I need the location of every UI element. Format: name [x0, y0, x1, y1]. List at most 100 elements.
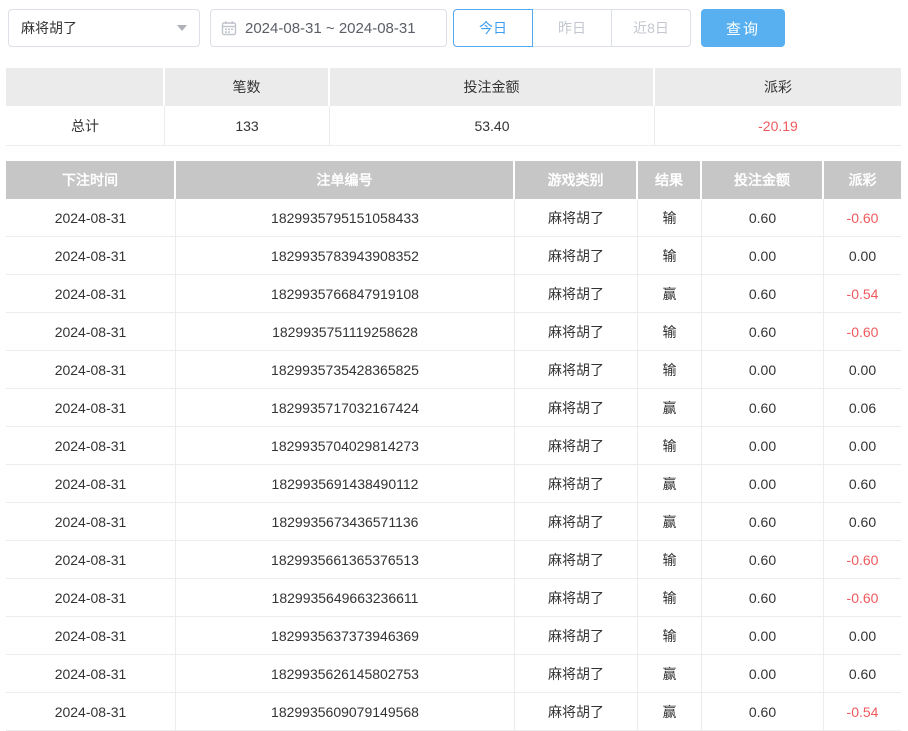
- header-game-type: 游戏类别: [515, 161, 638, 199]
- cell-bet-amount: 0.60: [702, 693, 824, 730]
- quick-button-yesterday[interactable]: 昨日: [532, 9, 612, 47]
- cell-bet-time: 2024-08-31: [6, 579, 176, 616]
- header-result: 结果: [638, 161, 702, 199]
- cell-bet-amount: 0.00: [702, 465, 824, 502]
- summary-header-row: 笔数 投注金额 派彩: [6, 68, 901, 106]
- cell-payout: 0.60: [824, 655, 901, 692]
- table-row: 2024-08-31 1829935691438490112 麻将胡了 赢 0.…: [6, 465, 901, 503]
- summary-total-row: 总计 133 53.40 -20.19: [6, 106, 901, 146]
- cell-bet-amount: 0.60: [702, 275, 824, 312]
- cell-bet-id: 1829935649663236611: [176, 579, 515, 616]
- header-bet-time: 下注时间: [6, 161, 176, 199]
- cell-bet-amount: 0.60: [702, 389, 824, 426]
- table-row: 2024-08-31 1829935649663236611 麻将胡了 输 0.…: [6, 579, 901, 617]
- bet-table-body: 2024-08-31 1829935795151058433 麻将胡了 输 0.…: [6, 199, 901, 731]
- cell-bet-id: 1829935637373946369: [176, 617, 515, 654]
- summary-header-bet-amount: 投注金额: [330, 68, 655, 106]
- cell-bet-id: 1829935626145802753: [176, 655, 515, 692]
- cell-game-type: 麻将胡了: [515, 237, 638, 274]
- game-select[interactable]: 麻将胡了: [8, 9, 200, 47]
- chevron-down-icon: [177, 25, 187, 31]
- summary-header-count: 笔数: [165, 68, 330, 106]
- cell-result: 输: [638, 579, 702, 616]
- cell-result: 赢: [638, 465, 702, 502]
- header-bet-amount: 投注金额: [702, 161, 824, 199]
- cell-result: 输: [638, 237, 702, 274]
- cell-bet-time: 2024-08-31: [6, 655, 176, 692]
- table-row: 2024-08-31 1829935609079149568 麻将胡了 赢 0.…: [6, 693, 901, 731]
- cell-bet-time: 2024-08-31: [6, 693, 176, 730]
- table-row: 2024-08-31 1829935626145802753 麻将胡了 赢 0.…: [6, 655, 901, 693]
- cell-bet-time: 2024-08-31: [6, 617, 176, 654]
- cell-bet-id: 1829935717032167424: [176, 389, 515, 426]
- table-row: 2024-08-31 1829935637373946369 麻将胡了 输 0.…: [6, 617, 901, 655]
- cell-result: 输: [638, 541, 702, 578]
- header-payout: 派彩: [824, 161, 901, 199]
- cell-bet-id: 1829935691438490112: [176, 465, 515, 502]
- cell-result: 输: [638, 199, 702, 236]
- toolbar: 麻将胡了 2024-08-31 ~ 2024-08-31 今日 昨日 近8日 查…: [0, 0, 908, 47]
- cell-bet-amount: 0.00: [702, 237, 824, 274]
- cell-payout: -0.60: [824, 579, 901, 616]
- cell-payout: -0.54: [824, 693, 901, 730]
- cell-payout: 0.06: [824, 389, 901, 426]
- cell-bet-id: 1829935766847919108: [176, 275, 515, 312]
- summary-header-blank: [6, 68, 165, 106]
- summary-bet-amount-value: 53.40: [330, 106, 655, 145]
- cell-bet-time: 2024-08-31: [6, 503, 176, 540]
- summary-total-label: 总计: [6, 106, 165, 145]
- cell-bet-time: 2024-08-31: [6, 427, 176, 464]
- quick-button-last8days[interactable]: 近8日: [611, 9, 691, 47]
- cell-bet-time: 2024-08-31: [6, 313, 176, 350]
- cell-game-type: 麻将胡了: [515, 427, 638, 464]
- cell-bet-id: 1829935751119258628: [176, 313, 515, 350]
- cell-payout: 0.00: [824, 617, 901, 654]
- table-row: 2024-08-31 1829935766847919108 麻将胡了 赢 0.…: [6, 275, 901, 313]
- table-row: 2024-08-31 1829935783943908352 麻将胡了 输 0.…: [6, 237, 901, 275]
- table-row: 2024-08-31 1829935661365376513 麻将胡了 输 0.…: [6, 541, 901, 579]
- cell-bet-time: 2024-08-31: [6, 275, 176, 312]
- cell-bet-time: 2024-08-31: [6, 199, 176, 236]
- cell-game-type: 麻将胡了: [515, 465, 638, 502]
- cell-bet-id: 1829935735428365825: [176, 351, 515, 388]
- cell-game-type: 麻将胡了: [515, 351, 638, 388]
- cell-result: 赢: [638, 275, 702, 312]
- calendar-icon: [221, 20, 237, 36]
- cell-result: 赢: [638, 693, 702, 730]
- summary-count-value: 133: [165, 106, 330, 145]
- cell-bet-time: 2024-08-31: [6, 541, 176, 578]
- cell-result: 赢: [638, 503, 702, 540]
- cell-result: 输: [638, 313, 702, 350]
- cell-bet-amount: 0.00: [702, 617, 824, 654]
- date-range-picker[interactable]: 2024-08-31 ~ 2024-08-31: [210, 9, 447, 47]
- cell-bet-time: 2024-08-31: [6, 351, 176, 388]
- cell-bet-id: 1829935783943908352: [176, 237, 515, 274]
- cell-payout: -0.60: [824, 541, 901, 578]
- quick-button-today[interactable]: 今日: [453, 9, 533, 47]
- table-row: 2024-08-31 1829935795151058433 麻将胡了 输 0.…: [6, 199, 901, 237]
- cell-bet-amount: 0.60: [702, 199, 824, 236]
- cell-bet-amount: 0.00: [702, 655, 824, 692]
- cell-game-type: 麻将胡了: [515, 313, 638, 350]
- cell-result: 输: [638, 351, 702, 388]
- cell-bet-id: 1829935795151058433: [176, 199, 515, 236]
- date-range-value: 2024-08-31 ~ 2024-08-31: [245, 20, 416, 37]
- cell-payout: 0.00: [824, 351, 901, 388]
- table-row: 2024-08-31 1829935704029814273 麻将胡了 输 0.…: [6, 427, 901, 465]
- cell-bet-time: 2024-08-31: [6, 389, 176, 426]
- cell-game-type: 麻将胡了: [515, 275, 638, 312]
- search-button[interactable]: 查询: [701, 9, 785, 47]
- header-bet-id: 注单编号: [176, 161, 515, 199]
- cell-game-type: 麻将胡了: [515, 199, 638, 236]
- cell-payout: 0.00: [824, 427, 901, 464]
- cell-bet-id: 1829935704029814273: [176, 427, 515, 464]
- cell-bet-time: 2024-08-31: [6, 465, 176, 502]
- cell-result: 赢: [638, 655, 702, 692]
- cell-bet-id: 1829935673436571136: [176, 503, 515, 540]
- cell-payout: -0.54: [824, 275, 901, 312]
- cell-game-type: 麻将胡了: [515, 541, 638, 578]
- cell-bet-amount: 0.60: [702, 503, 824, 540]
- cell-payout: -0.60: [824, 313, 901, 350]
- cell-payout: 0.00: [824, 237, 901, 274]
- cell-bet-amount: 0.60: [702, 541, 824, 578]
